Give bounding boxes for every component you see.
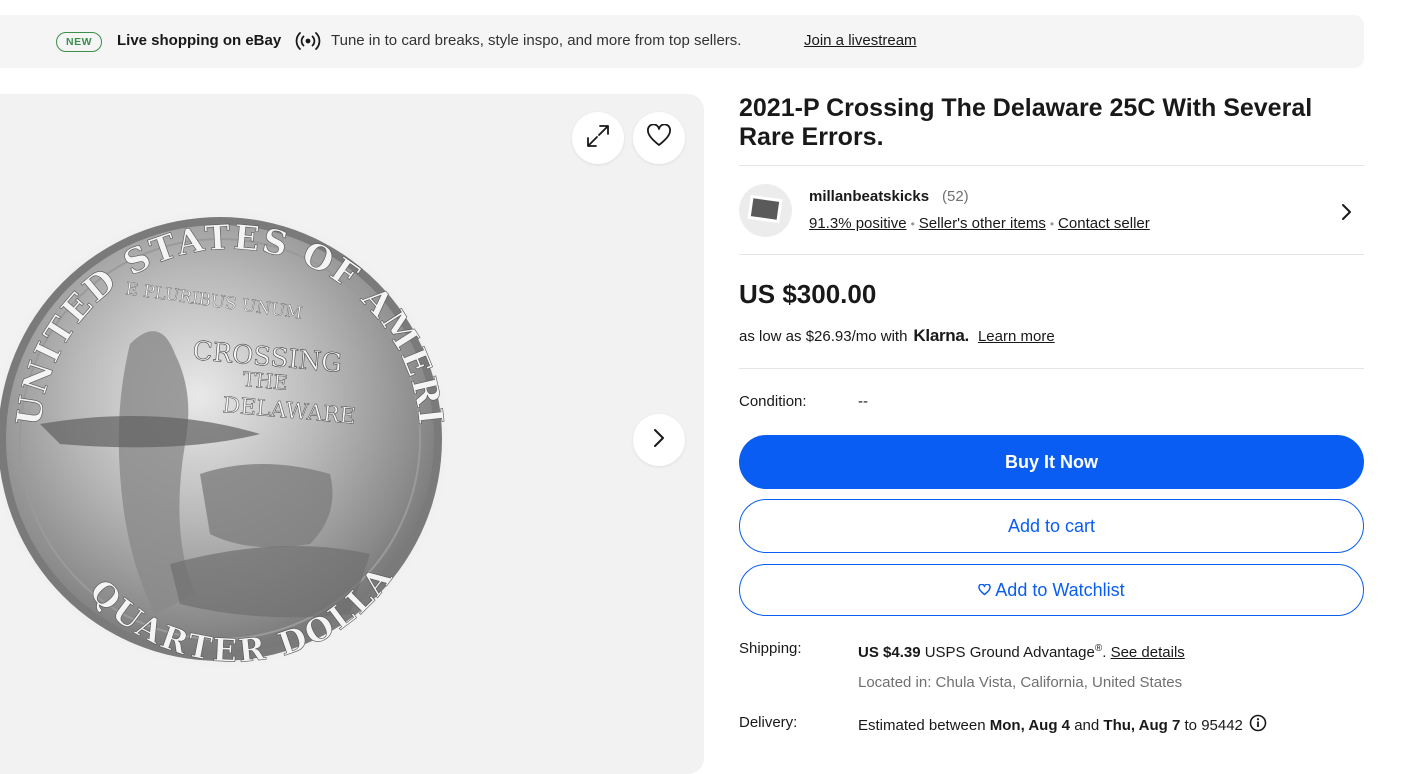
banner-text: Tune in to card breaks, style inspo, and… <box>331 32 742 49</box>
klarna-logo: Klarna. <box>913 326 969 345</box>
livestream-banner: NEW Live shopping on eBay Tune in to car… <box>0 15 1364 68</box>
info-icon[interactable] <box>1249 714 1267 736</box>
delivery-and: and <box>1074 716 1100 734</box>
seller-positive-link[interactable]: 91.3% positive <box>809 215 907 232</box>
seller-other-items-link[interactable]: Seller's other items <box>919 215 1046 232</box>
expand-image-button[interactable] <box>572 112 624 164</box>
seller-avatar[interactable] <box>739 184 792 237</box>
condition-label: Condition: <box>739 393 807 410</box>
delivery-zip: to 95442 <box>1184 716 1243 734</box>
shipping-service: USPS Ground Advantage <box>924 644 1095 661</box>
listing-title: 2021-P Crossing The Delaware 25C With Se… <box>739 94 1313 151</box>
shipping-price: US $4.39 <box>858 644 921 661</box>
seller-feedback-count: (52) <box>942 188 969 205</box>
delivery-prefix: Estimated between <box>858 716 986 734</box>
next-image-button[interactable] <box>633 414 685 466</box>
seller-name[interactable]: millanbeatskicks <box>809 188 929 205</box>
new-badge: NEW <box>56 32 102 52</box>
shipping-info: US $4.39 USPS Ground Advantage®. See det… <box>858 643 1185 661</box>
livestream-icon <box>295 29 321 53</box>
expand-icon <box>584 122 612 155</box>
condition-value: -- <box>858 393 868 410</box>
add-to-cart-button[interactable]: Add to cart <box>739 499 1364 553</box>
buy-it-now-button[interactable]: Buy It Now <box>739 435 1364 489</box>
divider <box>739 165 1364 166</box>
klarna-financing: as low as $26.93/mo with Klarna. Learn m… <box>739 326 1055 346</box>
watch-heart-button[interactable] <box>633 112 685 164</box>
product-image[interactable]: UNITED STATES OF AMERICA E PLURIBUS UNUM… <box>0 94 704 774</box>
coin-text-the: THE <box>242 367 289 395</box>
divider <box>739 254 1364 255</box>
delivery-label: Delivery: <box>739 714 798 731</box>
item-location: Located in: Chula Vista, California, Uni… <box>858 674 1183 691</box>
chevron-right-icon <box>649 426 669 455</box>
add-to-watchlist-button[interactable]: Add to Watchlist <box>739 564 1364 616</box>
shipping-label: Shipping: <box>739 640 802 657</box>
divider <box>739 368 1364 369</box>
installment-text: as low as $26.93/mo with <box>739 328 908 345</box>
join-livestream-link[interactable]: Join a livestream <box>804 32 917 49</box>
banner-title: Live shopping on eBay <box>117 32 282 49</box>
item-price: US $300.00 <box>739 279 877 309</box>
delivery-estimate: Estimated between Mon, Aug 4 and Thu, Au… <box>858 714 1267 736</box>
watchlist-label: Add to Watchlist <box>995 579 1125 600</box>
contact-seller-link[interactable]: Contact seller <box>1058 215 1150 232</box>
delivery-end: Thu, Aug 7 <box>1103 716 1181 734</box>
heart-icon <box>978 580 995 601</box>
seller-links: 91.3% positive • Seller's other items • Cont… <box>809 215 1150 232</box>
delivery-start: Mon, Aug 4 <box>989 716 1071 734</box>
seller-chevron-icon[interactable] <box>1337 200 1357 224</box>
image-gallery[interactable]: UNITED STATES OF AMERICA E PLURIBUS UNUM… <box>0 94 704 774</box>
shipping-period: . <box>1102 644 1107 661</box>
heart-icon <box>646 123 672 153</box>
learn-more-link[interactable]: Learn more <box>978 328 1055 345</box>
see-details-link[interactable]: See details <box>1111 644 1185 661</box>
